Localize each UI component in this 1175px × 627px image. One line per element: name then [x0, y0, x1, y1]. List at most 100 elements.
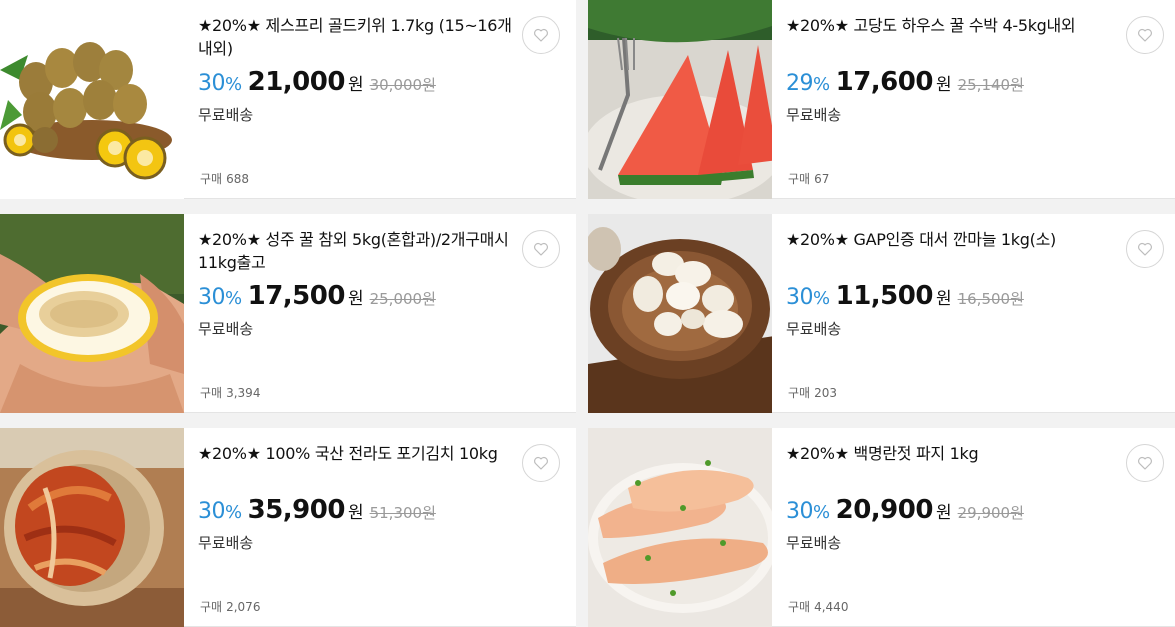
currency-label: 원 [347, 503, 364, 523]
kimchi-image [0, 428, 184, 627]
product-image-garlic[interactable] [588, 214, 772, 413]
sale-price: 11,500 [835, 281, 934, 311]
discount-rate: 30% [198, 285, 242, 310]
shipping-label: 무료배송 [198, 534, 254, 552]
product-image-watermelon[interactable] [588, 0, 772, 199]
discount-rate: 30% [198, 71, 242, 96]
product-image-kimchi[interactable] [0, 428, 184, 627]
purchase-number: 67 [814, 172, 830, 186]
currency-label: 원 [935, 75, 952, 95]
currency-label: 원 [935, 503, 952, 523]
product-title[interactable]: ★20%★ 100% 국산 전라도 포기김치 10kg [198, 442, 513, 465]
price-row: 30% 11,500 원 16,500원 [786, 281, 1024, 315]
discount-rate: 30% [786, 499, 830, 524]
purchase-label: 구매 [200, 600, 223, 614]
wishlist-button[interactable] [1126, 230, 1164, 268]
discount-unit: % [225, 74, 242, 95]
shipping-label: 무료배송 [786, 320, 842, 338]
product-title[interactable]: ★20%★ 성주 꿀 참외 5kg(혼합과)/2개구매시 11kg출고 [198, 228, 513, 274]
purchase-count: 구매 2,076 [200, 598, 260, 615]
sale-price: 17,600 [835, 67, 934, 97]
discount-unit: % [225, 502, 242, 523]
korean-melon-image [0, 214, 184, 413]
original-price: 25,000원 [369, 290, 436, 308]
product-title[interactable]: ★20%★ 제스프리 골드키위 1.7kg (15~16개 내외) [198, 14, 513, 60]
sale-price: 17,500 [247, 281, 346, 311]
heart-icon [534, 28, 548, 42]
purchase-number: 203 [814, 386, 837, 400]
product-card[interactable]: ★20%★ GAP인증 대서 깐마늘 1kg(소) 30% 11,500 원 1… [588, 214, 1175, 413]
original-price: 16,500원 [957, 290, 1024, 308]
product-image-pollock-roe[interactable] [588, 428, 772, 627]
discount-unit: % [813, 288, 830, 309]
garlic-image [588, 214, 772, 413]
product-card[interactable]: ★20%★ 고당도 하우스 꿀 수박 4-5kg내외 29% 17,600 원 … [588, 0, 1175, 199]
heart-icon [1138, 242, 1152, 256]
shipping-label: 무료배송 [786, 106, 842, 124]
wishlist-button[interactable] [1126, 16, 1164, 54]
purchase-label: 구매 [788, 386, 811, 400]
purchase-count: 구매 3,394 [200, 384, 260, 401]
purchase-count: 구매 203 [788, 384, 837, 401]
discount-value: 30 [198, 71, 226, 96]
product-card[interactable]: ★20%★ 백명란젓 파지 1kg 30% 20,900 원 29,900원 무… [588, 428, 1175, 627]
currency-label: 원 [935, 289, 952, 309]
purchase-label: 구매 [788, 600, 811, 614]
purchase-label: 구매 [200, 172, 223, 186]
product-image-korean-melon[interactable] [0, 214, 184, 413]
discount-value: 29 [786, 71, 814, 96]
product-card[interactable]: ★20%★ 100% 국산 전라도 포기김치 10kg 30% 35,900 원… [0, 428, 576, 627]
sale-price: 20,900 [835, 495, 934, 525]
product-card[interactable]: ★20%★ 제스프리 골드키위 1.7kg (15~16개 내외) 30% 21… [0, 0, 576, 199]
product-grid: ★20%★ 제스프리 골드키위 1.7kg (15~16개 내외) 30% 21… [0, 0, 1175, 627]
purchase-number: 3,394 [226, 386, 261, 400]
original-price: 29,900원 [957, 504, 1024, 522]
discount-unit: % [225, 288, 242, 309]
wishlist-button[interactable] [522, 444, 560, 482]
price-row: 30% 20,900 원 29,900원 [786, 495, 1024, 529]
sale-price: 21,000 [247, 67, 346, 97]
purchase-label: 구매 [200, 386, 223, 400]
price-row: 29% 17,600 원 25,140원 [786, 67, 1024, 101]
original-price: 51,300원 [369, 504, 436, 522]
discount-unit: % [813, 74, 830, 95]
discount-value: 30 [786, 499, 814, 524]
currency-label: 원 [347, 75, 364, 95]
currency-label: 원 [347, 289, 364, 309]
purchase-number: 688 [226, 172, 249, 186]
product-title[interactable]: ★20%★ 백명란젓 파지 1kg [786, 442, 1106, 465]
purchase-label: 구매 [788, 172, 811, 186]
discount-rate: 30% [786, 285, 830, 310]
heart-icon [534, 456, 548, 470]
discount-value: 30 [198, 499, 226, 524]
pollock-roe-image [588, 428, 772, 627]
discount-unit: % [813, 502, 830, 523]
sale-price: 35,900 [247, 495, 346, 525]
heart-icon [534, 242, 548, 256]
heart-icon [1138, 28, 1152, 42]
kiwi-image [0, 0, 184, 199]
shipping-label: 무료배송 [198, 106, 254, 124]
shipping-label: 무료배송 [198, 320, 254, 338]
wishlist-button[interactable] [522, 16, 560, 54]
price-row: 30% 21,000 원 30,000원 [198, 67, 436, 101]
purchase-count: 구매 688 [200, 170, 249, 187]
purchase-count: 구매 4,440 [788, 598, 848, 615]
discount-rate: 29% [786, 71, 830, 96]
wishlist-button[interactable] [1126, 444, 1164, 482]
purchase-number: 2,076 [226, 600, 261, 614]
product-image-kiwi[interactable] [0, 0, 184, 199]
heart-icon [1138, 456, 1152, 470]
product-card[interactable]: ★20%★ 성주 꿀 참외 5kg(혼합과)/2개구매시 11kg출고 30% … [0, 214, 576, 413]
product-title[interactable]: ★20%★ GAP인증 대서 깐마늘 1kg(소) [786, 228, 1106, 251]
watermelon-image [588, 0, 772, 199]
purchase-number: 4,440 [814, 600, 849, 614]
purchase-count: 구매 67 [788, 170, 829, 187]
wishlist-button[interactable] [522, 230, 560, 268]
shipping-label: 무료배송 [786, 534, 842, 552]
original-price: 25,140원 [957, 76, 1024, 94]
discount-value: 30 [786, 285, 814, 310]
discount-value: 30 [198, 285, 226, 310]
price-row: 30% 17,500 원 25,000원 [198, 281, 436, 315]
product-title[interactable]: ★20%★ 고당도 하우스 꿀 수박 4-5kg내외 [786, 14, 1106, 37]
